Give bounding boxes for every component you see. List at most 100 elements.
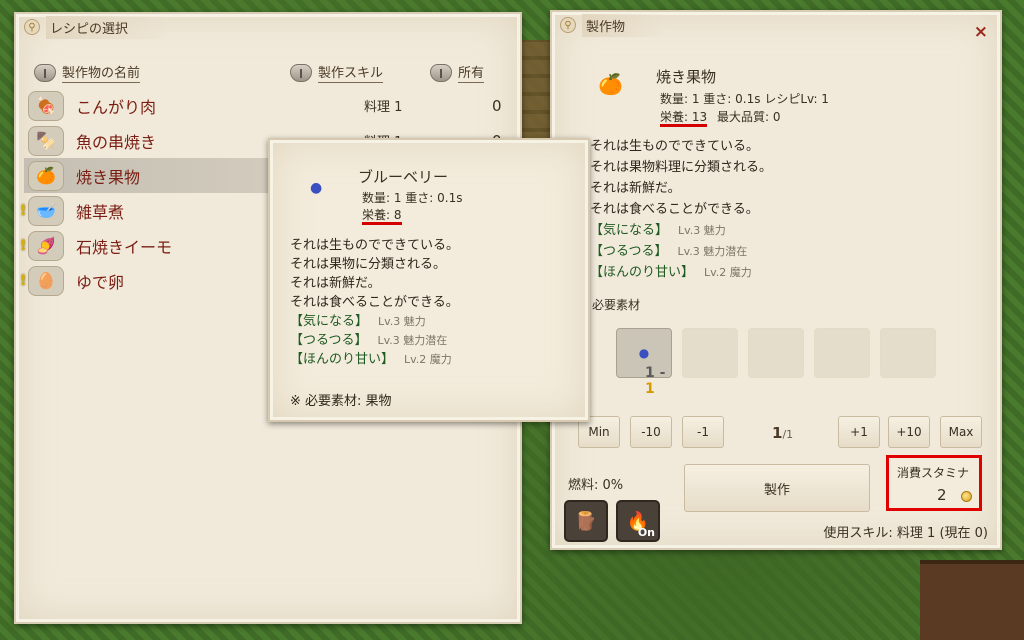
tooltip-nutrition: 栄養: 8 bbox=[362, 208, 402, 225]
craft-panel-header: ⚲ 製作物 bbox=[552, 12, 1000, 38]
tooltip-required-material: ※ 必要素材: 果物 bbox=[290, 394, 392, 409]
material-slot-empty[interactable] bbox=[880, 328, 936, 378]
recipe-owned: 0 bbox=[492, 96, 502, 115]
recipe-panel-header: ⚲ レシピの選択 bbox=[16, 14, 520, 40]
quantity-controls: Min -10 -1 1/1 +1 +10 Max bbox=[578, 416, 988, 448]
tooltip-desc-line: それは果物に分類される。 bbox=[290, 257, 447, 272]
material-slots: ● 1 - 1 bbox=[616, 328, 936, 397]
trait-name: 【ほんのり甘い】 bbox=[590, 265, 695, 280]
craft-panel-badge-icon: ⚲ bbox=[560, 17, 576, 33]
sort-shield-icon bbox=[290, 63, 312, 82]
tooltip-stats: 数量: 1 重さ: 0.1s 栄養: 8 bbox=[362, 190, 463, 225]
required-materials-label: 必要素材 bbox=[592, 298, 641, 312]
sort-shield-icon bbox=[430, 63, 452, 82]
minus1-button[interactable]: -1 bbox=[682, 416, 724, 448]
material-slot-empty[interactable] bbox=[814, 328, 870, 378]
minus10-button[interactable]: -10 bbox=[630, 416, 672, 448]
trait-name: 【つるつる】 bbox=[290, 333, 368, 348]
auto-toggle-button[interactable]: 🔥 On bbox=[616, 500, 660, 542]
baked-fruit-icon: 🍊 bbox=[28, 160, 64, 191]
quantity-value: 1/1 bbox=[772, 424, 794, 442]
material-slot-empty[interactable] bbox=[682, 328, 738, 378]
trait-level: Lv.2 魔力 bbox=[404, 353, 452, 366]
craft-stat-line: 数量: 1 重さ: 0.1s レシピLv: 1 bbox=[660, 92, 829, 106]
warning-icon: ! bbox=[20, 237, 27, 254]
recipe-name: 焼き果物 bbox=[76, 167, 141, 187]
background-roof bbox=[920, 560, 1024, 640]
stamina-cost-box: 消費スタミナ 2 bbox=[886, 455, 982, 511]
craft-trait: 【つるつる】 Lv.3 魅力潜在 bbox=[590, 241, 772, 262]
tooltip-item-name: ブルーベリー bbox=[358, 168, 449, 186]
trait-name: 【気になる】 bbox=[290, 314, 369, 329]
craft-description: それは生ものでできている。 それは果物料理に分類される。 それは新鮮だ。 それは… bbox=[590, 136, 772, 283]
stamina-value: 2 bbox=[937, 486, 947, 504]
tooltip-desc-line: それは生ものでできている。 bbox=[290, 238, 460, 253]
toggle-on-label: On bbox=[637, 526, 655, 539]
craft-trait: 【気になる】 Lv.3 魅力 bbox=[590, 220, 772, 241]
craft-nutrition: 栄養: 13 bbox=[660, 110, 708, 127]
tooltip-trait: 【ほんのり甘い】 Lv.2 魔力 bbox=[290, 350, 459, 369]
tooltip-trait: 【気になる】 Lv.3 魅力 bbox=[290, 312, 459, 331]
trait-name: 【気になる】 bbox=[590, 223, 669, 238]
warning-icon: ! bbox=[20, 272, 27, 289]
trait-level: Lv.3 魅力 bbox=[378, 315, 426, 328]
tooltip-description: それは生ものでできている。 それは果物に分類される。 それは新鮮だ。 それは食べ… bbox=[290, 236, 459, 369]
craft-desc-line: それは果物料理に分類される。 bbox=[590, 160, 773, 175]
recipe-name: こんがり肉 bbox=[76, 97, 157, 117]
plus10-button[interactable]: +10 bbox=[888, 416, 930, 448]
blueberry-icon: ● bbox=[310, 180, 323, 196]
craft-trait: 【ほんのり甘い】 Lv.2 魔力 bbox=[590, 262, 772, 283]
recipe-name: 雑草煮 bbox=[76, 202, 125, 222]
close-icon[interactable]: × bbox=[974, 22, 988, 42]
tooltip-desc-line: それは食べることができる。 bbox=[290, 295, 459, 310]
recipe-skill: 料理 1 bbox=[364, 100, 403, 115]
blueberry-icon: ● bbox=[638, 346, 650, 360]
material-slot-empty[interactable] bbox=[748, 328, 804, 378]
crafting-panel: ⚲ 製作物 × 🍊 焼き果物 数量: 1 重さ: 0.1s レシピLv: 1 栄… bbox=[550, 10, 1002, 550]
slot-count: 1 - 1 bbox=[645, 365, 666, 397]
plus1-button[interactable]: +1 bbox=[838, 416, 880, 448]
trait-name: 【ほんのり甘い】 bbox=[290, 352, 395, 367]
recipe-name: 魚の串焼き bbox=[76, 132, 157, 152]
sort-by-owned-button[interactable]: 所有 bbox=[430, 62, 485, 83]
column-header-skill: 製作スキル bbox=[318, 62, 384, 83]
tooltip-trait: 【つるつる】 Lv.3 魅力潜在 bbox=[290, 331, 459, 350]
trait-level: Lv.3 魅力 bbox=[678, 224, 726, 237]
craft-max-quality: 最大品質: 0 bbox=[716, 110, 781, 124]
tooltip-stat-line: 数量: 1 重さ: 0.1s bbox=[362, 191, 463, 205]
column-header-name: 製作物の名前 bbox=[62, 62, 141, 83]
craft-button[interactable]: 製作 bbox=[684, 464, 870, 512]
baked-fruit-icon: 🍊 bbox=[598, 72, 623, 96]
warning-icon: ! bbox=[20, 202, 27, 219]
material-slot-blueberry[interactable]: ● 1 - 1 bbox=[616, 328, 672, 397]
trait-level: Lv.2 魔力 bbox=[704, 266, 752, 279]
firewood-button[interactable]: 🪵 bbox=[564, 500, 608, 542]
sort-by-name-button[interactable]: 製作物の名前 bbox=[34, 62, 141, 83]
trait-level: Lv.3 魅力潜在 bbox=[677, 245, 748, 258]
recipe-row[interactable]: 🍖 こんがり肉 料理 1 0 bbox=[24, 88, 514, 123]
craft-stat-line-2: 栄養: 13 最大品質: 0 bbox=[660, 108, 829, 127]
recipe-column-headers: 製作物の名前 製作スキル 所有 bbox=[34, 62, 518, 84]
craft-desc-line: それは新鮮だ。 bbox=[590, 181, 681, 196]
craft-desc-line: それは生ものでできている。 bbox=[590, 139, 760, 154]
craft-panel-title: 製作物 bbox=[582, 13, 666, 37]
sort-shield-icon bbox=[34, 63, 56, 82]
sort-by-skill-button[interactable]: 製作スキル bbox=[290, 62, 384, 83]
fuel-status: 燃料: 0% bbox=[568, 478, 624, 493]
craft-item-name: 焼き果物 bbox=[656, 68, 717, 86]
fish-skewer-icon: 🍢 bbox=[28, 125, 64, 156]
weed-stew-icon: 🥣 bbox=[28, 195, 64, 226]
trait-name: 【つるつる】 bbox=[590, 244, 668, 259]
recipe-panel-title: レシピの選択 bbox=[46, 15, 169, 39]
tooltip-desc-line: それは新鮮だ。 bbox=[290, 276, 381, 291]
meat-icon: 🍖 bbox=[28, 90, 64, 121]
roasted-potato-icon: 🍠 bbox=[28, 230, 64, 261]
recipe-name: 石焼きイーモ bbox=[76, 237, 173, 257]
stamina-coin-icon bbox=[961, 491, 972, 502]
firewood-icon: 🪵 bbox=[574, 510, 598, 532]
ingredient-tooltip: ● ブルーベリー 数量: 1 重さ: 0.1s 栄養: 8 それは生ものでできて… bbox=[268, 138, 590, 422]
stamina-label: 消費スタミナ bbox=[897, 466, 970, 480]
max-button[interactable]: Max bbox=[940, 416, 982, 448]
craft-item-stats: 数量: 1 重さ: 0.1s レシピLv: 1 栄養: 13 最大品質: 0 bbox=[660, 90, 829, 127]
boiled-egg-icon: 🥚 bbox=[28, 265, 64, 296]
